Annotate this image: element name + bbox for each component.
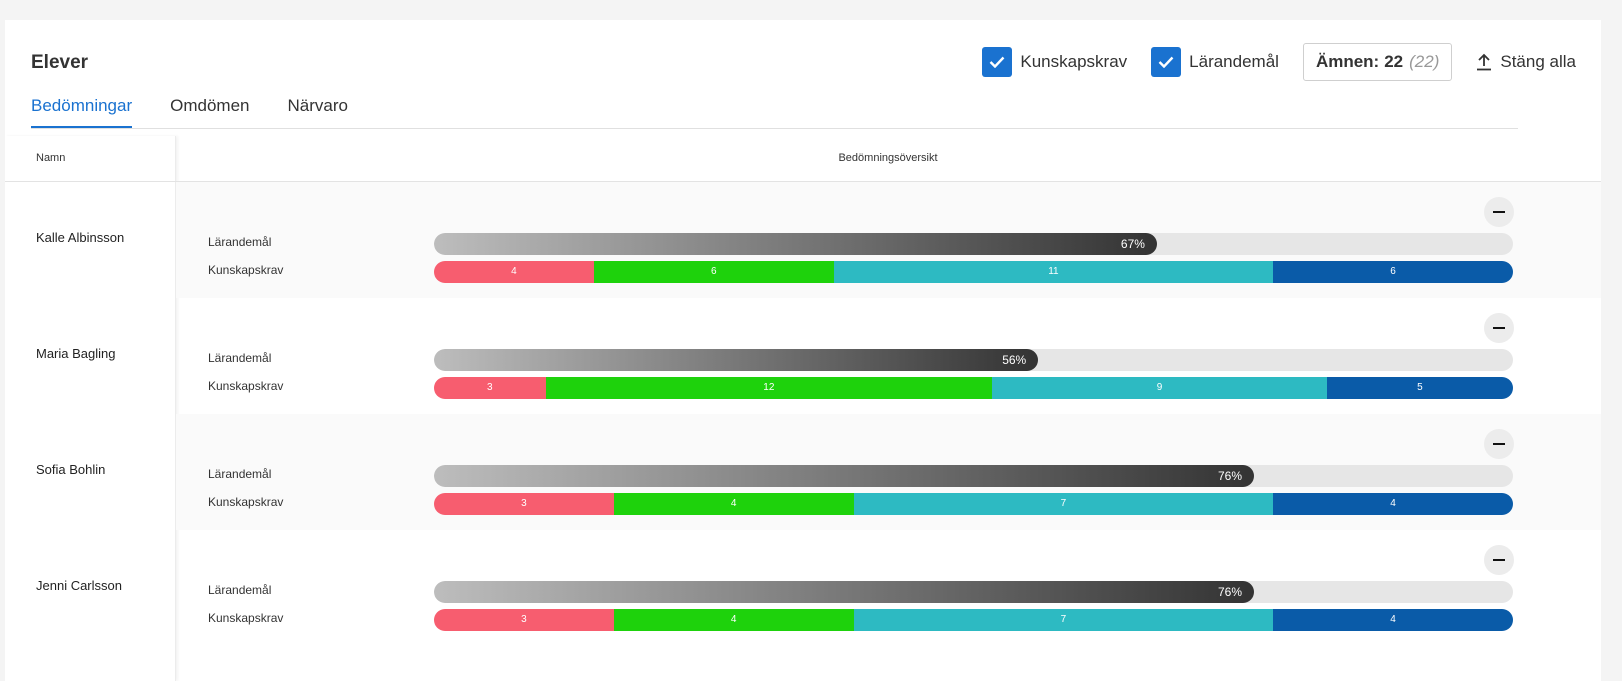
collapse-button[interactable] [1484,197,1514,227]
students-card: Elever Kunskapskrav Lärandemål Ämnen: 22… [5,20,1601,681]
goal-progress-bar: 56% [434,349,1039,371]
student-name[interactable]: Maria Bagling [36,346,116,361]
requirements-bar: 3 12 9 5 [434,377,1513,399]
student-rows: Kalle Albinsson Lärandemål Kunskapskrav … [5,182,1601,646]
segment-1: 3 [434,377,546,399]
collapse-button[interactable] [1484,545,1514,575]
tab-bedomningar[interactable]: Bedömningar [31,92,133,128]
larandemal-label: Lärandemål [1189,52,1279,71]
minus-icon [1493,559,1505,561]
table-row: Maria Bagling Lärandemål Kunskapskrav 56… [5,298,1601,414]
upload-icon [1477,53,1492,71]
segment-1: 3 [434,609,614,631]
close-all-label: Stäng alla [1500,52,1576,71]
requirements-bar: 4 6 11 6 [434,261,1513,283]
check-icon[interactable] [982,47,1013,77]
tab-bar: Bedömningar Omdömen Närvaro [31,92,1518,129]
table-row: Jenni Carlsson Lärandemål Kunskapskrav 7… [5,530,1601,646]
goal-percent: 67% [1120,237,1145,251]
student-name[interactable]: Sofia Bohlin [36,462,105,477]
header: Elever Kunskapskrav Lärandemål Ämnen: 22… [5,20,1601,129]
segment-4: 4 [1273,493,1513,515]
goal-label: Lärandemål [208,583,272,597]
page-title: Elever [31,52,89,73]
subjects-button[interactable]: Ämnen: 22 (22) [1302,43,1453,81]
table-row: Kalle Albinsson Lärandemål Kunskapskrav … [5,182,1601,298]
subjects-value: 22 [1384,52,1404,71]
segment-3: 7 [853,493,1274,515]
table-header: Namn Bedömningsöversikt [5,136,1601,182]
check-icon[interactable] [1151,47,1182,77]
segment-2: 4 [613,493,854,515]
column-header-overview: Bedömningsöversikt [838,152,938,164]
goal-label: Lärandemål [208,235,272,249]
requirements-label: Kunskapskrav [208,611,284,625]
goal-percent: 56% [1002,353,1027,367]
segment-3: 11 [833,261,1274,283]
segment-4: 4 [1273,609,1513,631]
subjects-total: (22) [1409,52,1440,71]
segment-1: 4 [434,261,594,283]
goal-progress-track: 76% [434,581,1513,603]
requirements-bar: 3 4 7 4 [434,493,1513,515]
goal-percent: 76% [1218,469,1243,483]
segment-1: 3 [434,493,614,515]
tab-omdomen[interactable]: Omdömen [170,92,249,128]
segment-2: 4 [613,609,854,631]
kunskapskrav-label: Kunskapskrav [1020,52,1128,71]
goal-progress-track: 76% [434,465,1513,487]
larandemal-checkbox[interactable]: Lärandemål [1151,47,1279,77]
subjects-label: Ämnen: [1315,52,1380,71]
requirements-label: Kunskapskrav [208,263,284,277]
goal-progress-bar: 67% [434,233,1157,255]
goal-progress-track: 67% [434,233,1513,255]
requirements-label: Kunskapskrav [208,495,284,509]
collapse-button[interactable] [1484,313,1514,343]
requirements-bar: 3 4 7 4 [434,609,1513,631]
goal-label: Lärandemål [208,467,272,481]
goal-percent: 76% [1218,585,1243,599]
minus-icon [1493,211,1505,213]
column-header-name: Namn [36,152,66,164]
goal-progress-bar: 76% [434,465,1255,487]
close-all-button[interactable]: Stäng alla [1476,52,1576,72]
goal-progress-bar: 76% [434,581,1255,603]
requirements-label: Kunskapskrav [208,379,284,393]
segment-2: 6 [593,261,834,283]
tab-narvaro[interactable]: Närvaro [288,92,348,128]
table-row: Sofia Bohlin Lärandemål Kunskapskrav 76%… [5,414,1601,530]
segment-2: 12 [545,377,993,399]
segment-3: 7 [853,609,1274,631]
goal-progress-track: 56% [434,349,1513,371]
minus-icon [1493,443,1505,445]
student-name[interactable]: Jenni Carlsson [36,578,122,593]
segment-4: 6 [1273,261,1513,283]
goal-label: Lärandemål [208,351,272,365]
minus-icon [1493,327,1505,329]
student-name[interactable]: Kalle Albinsson [36,230,124,245]
kunskapskrav-checkbox[interactable]: Kunskapskrav [982,47,1127,77]
segment-4: 5 [1326,377,1513,399]
segment-3: 9 [992,377,1327,399]
collapse-button[interactable] [1484,429,1514,459]
header-controls: Kunskapskrav Lärandemål Ämnen: 22 (22) S… [982,42,1576,82]
